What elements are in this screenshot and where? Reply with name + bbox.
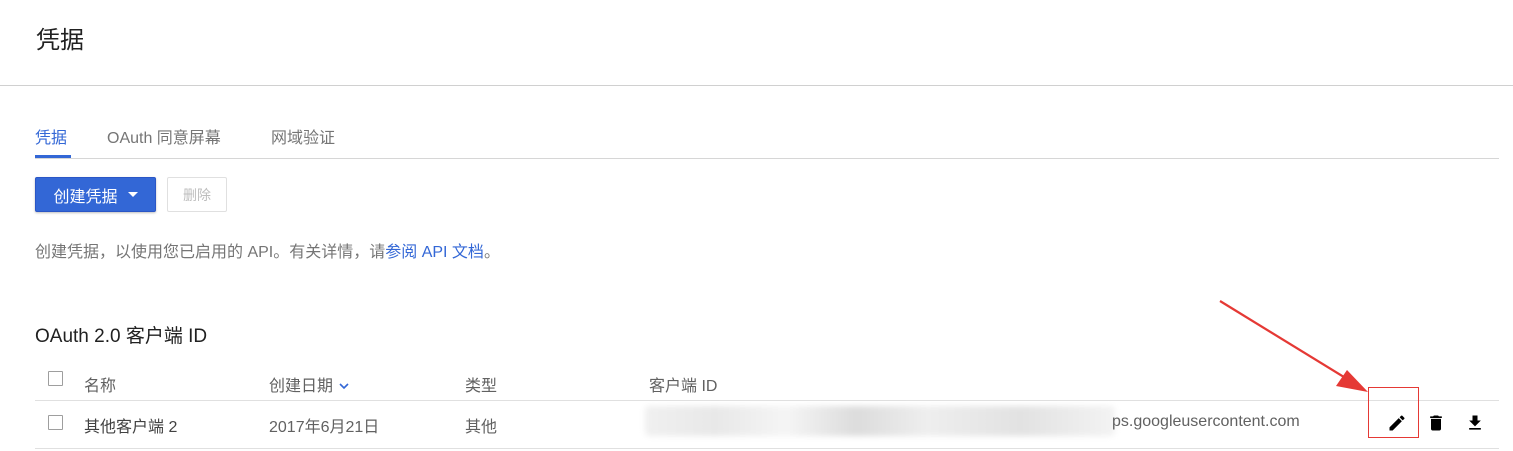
annotation-arrow — [1219, 300, 1368, 392]
